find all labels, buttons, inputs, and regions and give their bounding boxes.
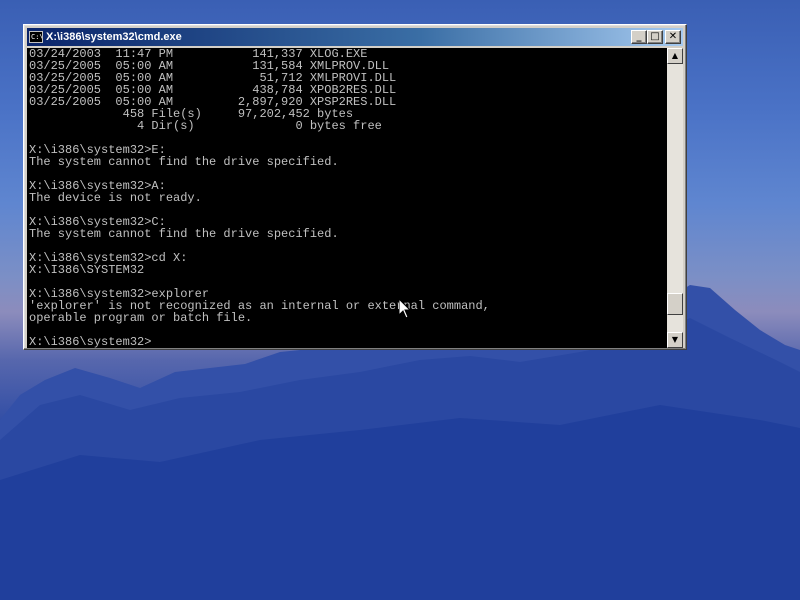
maximize-button[interactable]: □ (647, 30, 663, 44)
minimize-button[interactable]: _ (631, 30, 647, 44)
console-line: The system cannot find the drive specifi… (29, 227, 339, 241)
console-line: X:\i386\system32> (29, 335, 152, 348)
console-line: operable program or batch file. (29, 311, 253, 325)
console-app-icon[interactable]: C:\ (29, 31, 43, 43)
cmd-window[interactable]: C:\ X:\i386\system32\cmd.exe _ □ ✕ 03/24… (23, 24, 687, 350)
console-line: The system cannot find the drive specifi… (29, 155, 339, 169)
mouse-pointer-icon (399, 299, 411, 319)
maximize-icon: □ (650, 31, 660, 42)
scroll-up-icon: ▲ (671, 51, 679, 60)
scroll-up-button[interactable]: ▲ (667, 48, 683, 64)
console-output[interactable]: 03/24/2003 11:47 PM 141,337 XLOG.EXE 03/2… (27, 48, 667, 348)
scroll-down-icon: ▼ (671, 335, 679, 344)
console-line: The device is not ready. (29, 191, 202, 205)
window-controls: _ □ ✕ (631, 30, 681, 44)
window-title: X:\i386\system32\cmd.exe (46, 31, 182, 43)
scrollbar-thumb[interactable] (667, 293, 683, 315)
close-icon: ✕ (668, 31, 678, 42)
minimize-icon: _ (636, 31, 642, 42)
console-line: 4 Dir(s) 0 bytes free (29, 119, 382, 133)
vertical-scrollbar[interactable]: ▲ ▼ (667, 48, 683, 348)
close-button[interactable]: ✕ (665, 30, 681, 44)
title-bar[interactable]: C:\ X:\i386\system32\cmd.exe _ □ ✕ (27, 28, 683, 46)
scroll-down-button[interactable]: ▼ (667, 332, 683, 348)
console-line: X:\I386\SYSTEM32 (29, 263, 145, 277)
